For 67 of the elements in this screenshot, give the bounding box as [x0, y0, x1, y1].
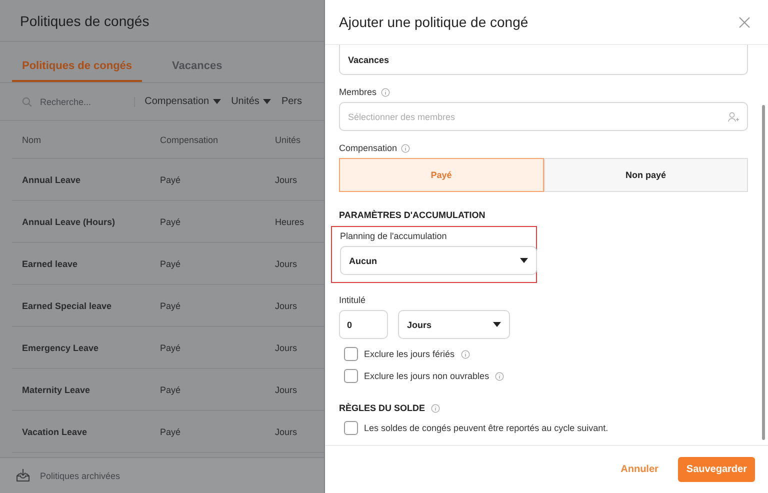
column-header: Compensation: [160, 134, 220, 144]
compensation-option[interactable]: Payé: [339, 158, 544, 192]
field-label: Membres: [339, 87, 377, 97]
column-header: Unités: [275, 134, 302, 144]
drawer-title: Ajouter une politique de congé: [339, 14, 528, 30]
checkbox-label: Exclure les jours non ouvrables: [364, 371, 490, 381]
checkbox-label: Les soldes de congés peuvent être reportés au cycle suivant.: [364, 423, 608, 433]
field-label: Compensation: [339, 143, 398, 153]
section-heading: PARAMÈTRES D'ACCUMULATION: [339, 210, 486, 220]
info-icon: [431, 404, 440, 412]
info-icon: [380, 88, 390, 96]
table-cell-text: Jours: [275, 174, 298, 184]
search-field[interactable]: Recherche...: [40, 96, 92, 106]
amount-input[interactable]: 0: [339, 310, 388, 339]
table-cell-text: Payé: [160, 300, 182, 310]
table-cell-text: Heures: [275, 216, 306, 226]
filter-dropdown[interactable]: Pers: [281, 96, 302, 107]
table-cell-text: Jours: [275, 258, 298, 268]
table-cell-text: Payé: [160, 174, 182, 184]
add-user-icon: [728, 112, 739, 122]
table-cell-text: Earned Special leave: [22, 300, 113, 310]
inbox-download-icon: [16, 469, 30, 482]
table-cell-text: Payé: [160, 216, 182, 226]
checkbox-label: Exclure les jours fériés: [364, 349, 455, 359]
input-field[interactable]: Vacances: [339, 45, 748, 75]
caret-icon: [520, 258, 528, 263]
scrollbar[interactable]: [762, 105, 765, 440]
search-icon: [22, 96, 32, 106]
page-title: Politiques de congés: [20, 12, 150, 28]
field-label: Intitulé: [339, 295, 366, 305]
accrual-schedule-select[interactable]: Aucun: [340, 246, 537, 275]
table-cell-text: Jours: [275, 300, 298, 310]
table-cell-text: Payé: [160, 258, 182, 268]
checkbox[interactable]: [344, 369, 358, 383]
caret-icon: [213, 99, 222, 104]
section-heading: RÈGLES DU SOLDE: [339, 403, 426, 413]
table-cell-text: Jours: [275, 384, 298, 394]
filter-dropdown[interactable]: Compensation: [144, 96, 222, 107]
table-cell-text: Earned leave: [22, 258, 79, 268]
table-cell-text: Jours: [275, 426, 298, 436]
table-cell-text: Annual Leave (Hours): [22, 216, 116, 226]
tab[interactable]: Vacances: [162, 54, 232, 82]
table-cell-text: Payé: [160, 342, 182, 352]
table-cell-text: Emergency Leave: [22, 342, 100, 352]
column-header: Nom: [22, 134, 42, 144]
table-cell-text: Jours: [275, 342, 298, 352]
archived-policies-link[interactable]: Politiques archivées: [40, 470, 120, 480]
checkbox[interactable]: [344, 421, 358, 435]
table-cell-text: Payé: [160, 384, 182, 394]
checkbox[interactable]: [344, 347, 358, 361]
unit-select[interactable]: Jours: [398, 310, 510, 339]
filter-dropdown[interactable]: Unités: [231, 96, 272, 107]
members-field[interactable]: Sélectionner des membres: [339, 102, 748, 131]
info-icon: [495, 372, 504, 380]
table-cell-text: Payé: [160, 426, 182, 436]
close-button[interactable]: [739, 16, 750, 28]
cancel-button[interactable]: Annuler: [614, 463, 664, 476]
field-label: Planning de l'accumulation: [340, 231, 447, 241]
table-cell-text: Annual Leave: [22, 174, 82, 184]
caret-icon: [263, 99, 272, 104]
info-icon: [460, 350, 470, 358]
compensation-option[interactable]: Non payé: [544, 158, 748, 192]
save-button[interactable]: Sauvegarder: [678, 457, 755, 482]
caret-icon: [493, 322, 501, 327]
table-cell-text: Vacation Leave: [22, 426, 88, 436]
table-cell-text: Maternity Leave: [22, 384, 92, 394]
info-icon: [401, 144, 410, 152]
